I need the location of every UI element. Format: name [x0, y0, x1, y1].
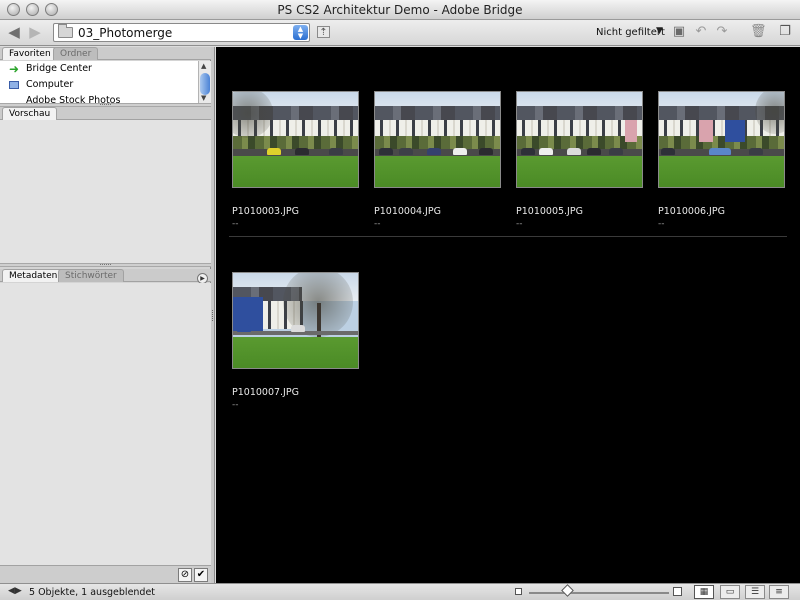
slider-knob[interactable] — [561, 584, 574, 597]
toolbar: ◀ ▶ 03_Photomerge ▲ ▼ ⇡ Nicht gefiltert ▼… — [0, 20, 800, 46]
metadata-tab-row: Metadaten Stichwörter — [0, 269, 211, 282]
go-up-folder-button[interactable]: ⇡ — [317, 26, 330, 38]
thumbnail-rating: -- — [374, 219, 381, 229]
arrow-left-icon: ◀ — [8, 23, 20, 41]
computer-icon — [9, 81, 19, 89]
favorite-label: Computer — [26, 79, 74, 90]
left-panel-footer: ⊘ ✔ — [0, 565, 211, 583]
preview-panel — [0, 120, 211, 263]
thumbnail-size-slider[interactable] — [529, 592, 669, 594]
thumbnail-filename: P1010006.JPG — [658, 206, 725, 217]
folder-path-text: 03_Photomerge — [78, 26, 173, 40]
filter-dropdown-arrow-icon[interactable]: ▼ — [656, 26, 663, 36]
filter-dropdown[interactable]: Nicht gefiltert — [596, 27, 665, 38]
filmstrip-icon: ▭ — [725, 587, 735, 597]
splitter-grip-icon — [212, 310, 214, 321]
favorites-list: ➜ Bridge Center Computer Adobe Stock Pho… — [0, 61, 198, 103]
row-separator — [229, 236, 787, 237]
thumbnail-filename: P1010004.JPG — [374, 206, 441, 217]
folder-path-dropdown[interactable]: 03_Photomerge ▲ ▼ — [53, 23, 310, 42]
status-bar: ◀▶ 5 Objekte, 1 ausgeblendet ▦ ▭ ☰ ≡ — [0, 583, 800, 600]
thumbnail-image[interactable] — [374, 91, 501, 188]
compact-mode-icon[interactable]: ❐ — [778, 25, 792, 39]
list-icon: ≡ — [775, 587, 783, 597]
favorite-item-bridge-center[interactable]: ➜ Bridge Center — [0, 61, 198, 77]
thumbnail-filename: P1010007.JPG — [232, 387, 299, 398]
folder-icon — [58, 24, 73, 38]
panel-splitter-2[interactable] — [0, 263, 211, 267]
zoom-in-icon[interactable] — [673, 587, 682, 596]
window-title: PS CS2 Architektur Demo - Adobe Bridge — [277, 3, 523, 17]
apply-button[interactable]: ✔ — [194, 568, 208, 582]
details-list-icon: ☰ — [750, 587, 760, 597]
back-button[interactable]: ◀ — [6, 24, 22, 40]
thumbnail-image[interactable] — [516, 91, 643, 188]
favorite-item-computer[interactable]: Computer — [0, 77, 198, 93]
details-view-button[interactable]: ☰ — [745, 585, 765, 599]
grid-view-icon: ▦ — [699, 587, 709, 597]
new-folder-icon[interactable]: ▣ — [672, 25, 686, 39]
tab-stichwoerter[interactable]: Stichwörter — [58, 269, 124, 282]
tab-favoriten[interactable]: Favoriten — [2, 47, 58, 60]
favorite-item-adobe-stock-photos[interactable]: Adobe Stock Photos — [0, 93, 198, 103]
forward-button[interactable]: ▶ — [27, 24, 43, 40]
tab-vorschau[interactable]: Vorschau — [2, 107, 58, 120]
thumbnail-view-button[interactable]: ▦ — [694, 585, 714, 599]
checkmark-icon: ✔ — [196, 569, 206, 580]
arrow-right-icon: ▶ — [29, 23, 41, 41]
scroll-thumb[interactable] — [200, 73, 210, 95]
thumbnail-rating: -- — [232, 400, 239, 410]
splitter-grip-icon — [100, 264, 111, 266]
rotate-left-icon[interactable]: ↶ — [694, 25, 708, 39]
tab-metadaten[interactable]: Metadaten — [2, 269, 65, 282]
toggle-panels-icon[interactable]: ◀▶ — [8, 586, 22, 596]
folder-up-icon: ⇡ — [319, 27, 328, 38]
preview-tab-row: Vorschau — [0, 107, 211, 120]
thumbnail-filename: P1010005.JPG — [516, 206, 583, 217]
thumbnail-filename: P1010003.JPG — [232, 206, 299, 217]
thumbnail-image[interactable] — [658, 91, 785, 188]
title-bar: PS CS2 Architektur Demo - Adobe Bridge — [0, 0, 800, 20]
cancel-button[interactable]: ⊘ — [178, 568, 192, 582]
status-text: 5 Objekte, 1 ausgeblendet — [29, 587, 156, 598]
thumbnail-image[interactable] — [232, 91, 359, 188]
tab-ordner[interactable]: Ordner — [53, 47, 99, 60]
scroll-down-icon[interactable]: ▼ — [201, 94, 206, 102]
favorite-label: Bridge Center — [26, 63, 92, 74]
list-view-button[interactable]: ≡ — [769, 585, 789, 599]
zoom-out-icon[interactable] — [515, 588, 522, 595]
splitter-grip-icon — [100, 104, 111, 106]
favorites-tab-row: Favoriten Ordner — [0, 47, 211, 60]
favorite-label: Adobe Stock Photos — [26, 95, 121, 103]
thumbnail-image[interactable] — [232, 272, 359, 369]
favorites-scrollbar[interactable]: ▲ ▼ — [198, 61, 211, 103]
thumbnail-rating: -- — [516, 219, 523, 229]
left-panel: Favoriten Ordner ➜ Bridge Center Compute… — [0, 47, 211, 583]
bridge-center-arrow-icon: ➜ — [9, 62, 20, 76]
thumbnail-rating: -- — [658, 219, 665, 229]
filmstrip-view-button[interactable]: ▭ — [720, 585, 740, 599]
metadata-panel — [0, 283, 211, 565]
rotate-right-icon[interactable]: ↷ — [715, 25, 729, 39]
content-panel: P1010003.JPG -- P1010004.JPG -- P1010005… — [216, 47, 800, 583]
thumbnail-rating: -- — [232, 219, 239, 229]
prohibit-icon: ⊘ — [180, 569, 190, 580]
vertical-splitter[interactable] — [211, 47, 215, 583]
scroll-up-icon[interactable]: ▲ — [201, 62, 206, 70]
trash-icon[interactable]: 🗑 — [750, 25, 767, 39]
dropdown-stepper-icon[interactable]: ▲ ▼ — [293, 25, 308, 40]
